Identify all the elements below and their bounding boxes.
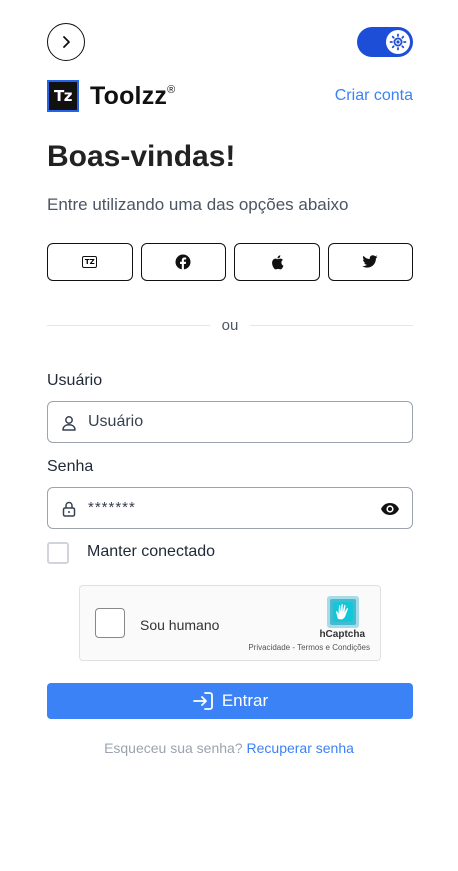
recover-password-row: Esqueceu sua senha? Recuperar senha xyxy=(0,740,458,756)
hcaptcha-widget: Sou humano hCaptcha Privacidade - Termos… xyxy=(79,585,381,661)
toolzz-logo: Tz xyxy=(47,80,79,112)
remember-label: Manter conectado xyxy=(87,543,216,560)
login-toolzz-button[interactable]: TZ xyxy=(47,243,133,281)
submit-label: Entrar xyxy=(221,691,269,710)
recover-password-link[interactable]: Recuperar senha xyxy=(247,740,354,756)
top-bar xyxy=(47,23,413,61)
social-login-row: TZ xyxy=(47,243,413,281)
twitter-icon xyxy=(362,255,378,268)
login-twitter-button[interactable] xyxy=(327,243,413,281)
remember-checkbox[interactable] xyxy=(47,542,69,564)
login-icon xyxy=(192,692,213,710)
lock-icon xyxy=(62,501,76,517)
divider-line-right xyxy=(250,325,413,326)
captcha-label: Sou humano xyxy=(140,617,220,633)
apple-icon xyxy=(271,255,284,270)
chevron-right-icon xyxy=(63,36,70,48)
password-field[interactable]: ******* xyxy=(47,487,413,529)
brand-name-text: Toolzz xyxy=(90,82,168,110)
recover-prompt: Esqueceu sua senha? xyxy=(104,740,243,756)
tz-icon: TZ xyxy=(82,256,98,268)
login-submit-button[interactable]: Entrar xyxy=(47,683,413,719)
logo-text: Tz xyxy=(54,87,72,105)
hcaptcha-logo-icon xyxy=(327,596,359,628)
login-apple-button[interactable] xyxy=(234,243,320,281)
captcha-terms-link[interactable]: Privacidade - Termos e Condições xyxy=(248,643,370,652)
page-title: Boas-vindas! xyxy=(47,140,236,173)
username-placeholder: Usuário xyxy=(88,413,144,430)
toggle-knob xyxy=(386,30,410,54)
captcha-checkbox[interactable] xyxy=(95,608,125,638)
login-facebook-button[interactable] xyxy=(140,243,226,281)
username-field[interactable]: Usuário xyxy=(47,401,413,443)
facebook-icon xyxy=(175,254,191,270)
password-value: ******* xyxy=(88,499,136,516)
or-divider: ou xyxy=(47,316,413,336)
brand-row: Tz Toolzz® Criar conta xyxy=(47,80,413,112)
eye-icon[interactable] xyxy=(380,500,400,518)
back-button[interactable] xyxy=(47,23,85,61)
brand-name: Toolzz® xyxy=(90,82,175,111)
captcha-brand: hCaptcha xyxy=(319,629,365,640)
registered-mark: ® xyxy=(167,83,176,96)
create-account-link[interactable]: Criar conta xyxy=(335,87,413,105)
page-subtitle: Entre utilizando uma das opções abaixo xyxy=(47,195,349,214)
sun-icon xyxy=(389,33,407,51)
username-label: Usuário xyxy=(47,372,103,389)
password-label: Senha xyxy=(47,458,94,475)
theme-toggle[interactable] xyxy=(357,27,413,57)
user-icon xyxy=(62,416,76,431)
